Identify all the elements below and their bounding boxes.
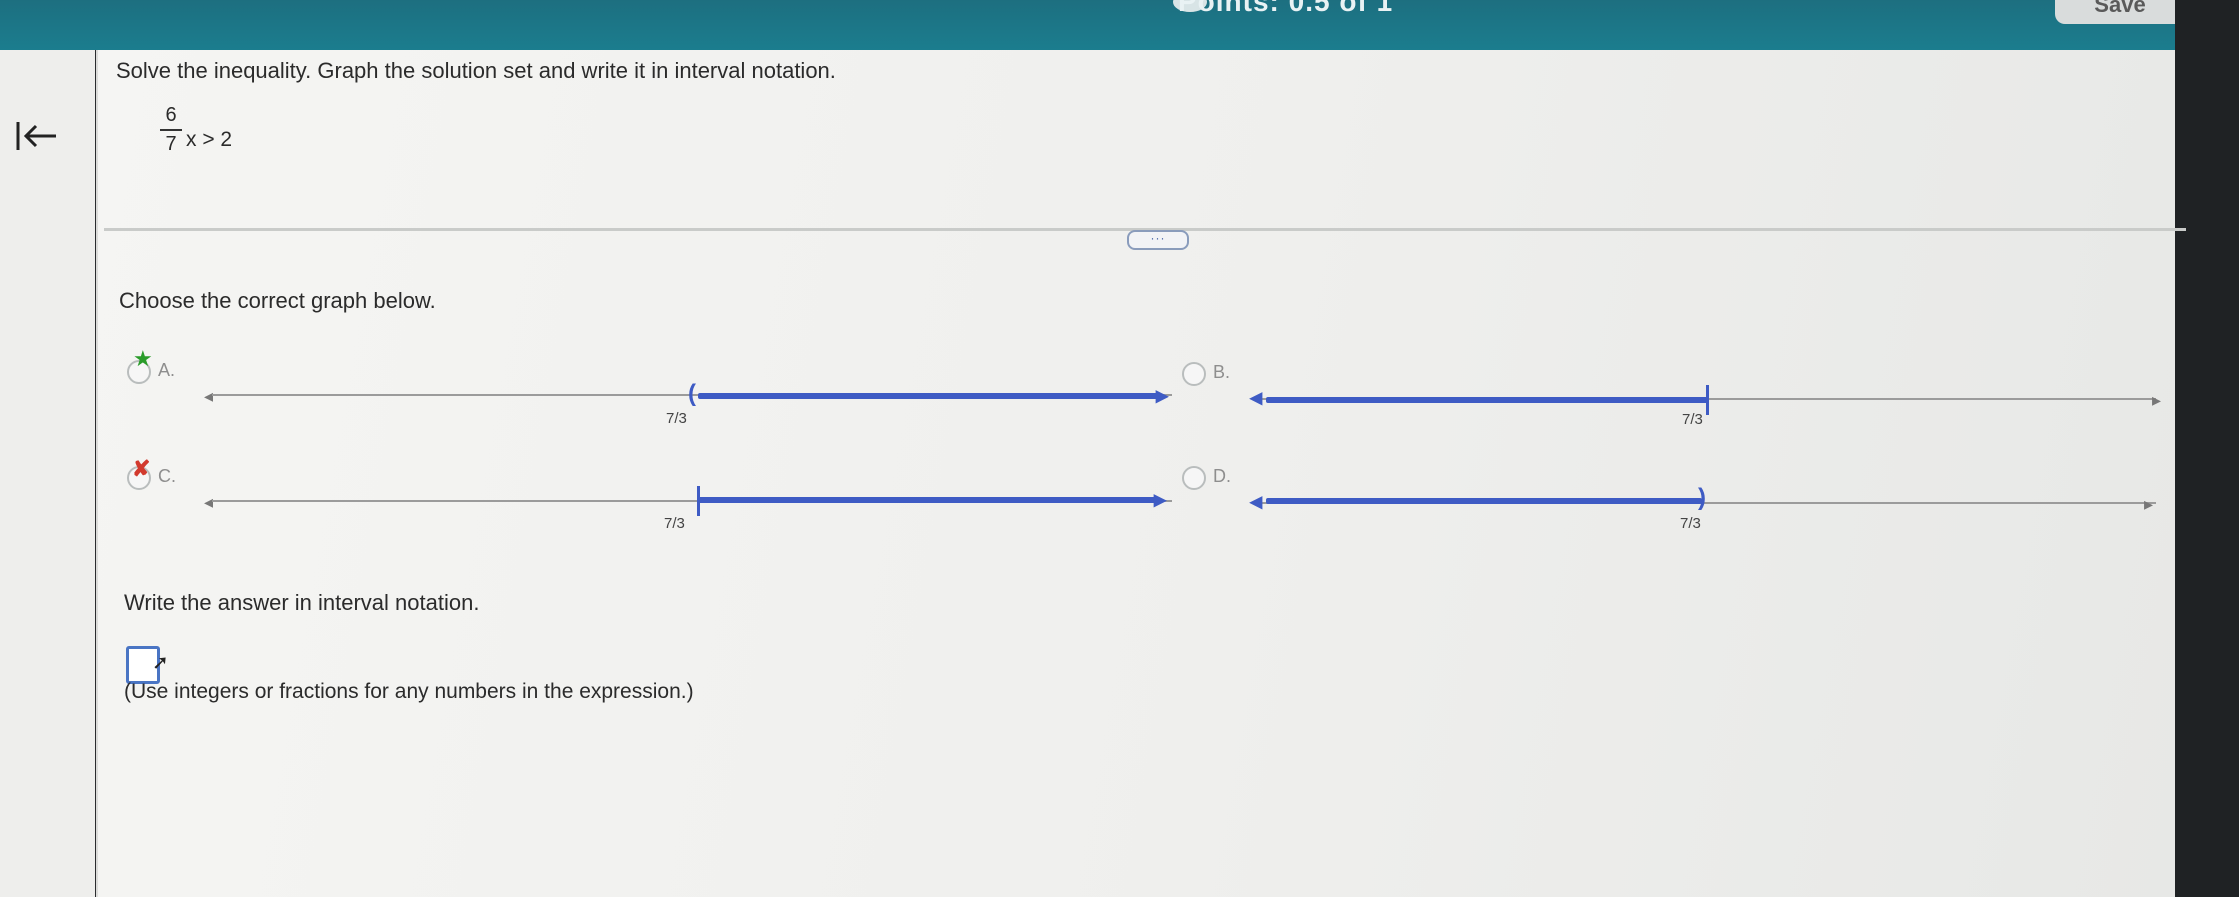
question-prompt: Solve the inequality. Graph the solution… xyxy=(116,58,836,83)
tick-label: 7/3 xyxy=(666,410,687,427)
fraction-denominator: 7 xyxy=(165,133,177,155)
option-d-radio[interactable] xyxy=(1182,466,1206,490)
points-status: Points: 0.5 of 1 xyxy=(1178,0,1394,17)
closed-endpoint-bracket xyxy=(697,486,700,516)
option-b-label: B. xyxy=(1213,362,1231,382)
solution-ray xyxy=(1266,397,1708,403)
incorrect-x-icon: ✘ xyxy=(132,456,151,481)
solution-ray xyxy=(698,393,1160,399)
mouse-cursor-icon: ➚ xyxy=(152,652,169,674)
top-bar: Points: 0.5 of 1 Save xyxy=(0,0,2239,50)
solution-ray xyxy=(1266,498,1702,504)
axis-left-arrow-icon: ◂ xyxy=(204,492,214,512)
interval-hint: (Use integers or fractions for any numbe… xyxy=(124,680,694,703)
left-nav-strip xyxy=(0,50,95,897)
option-b-radio[interactable] xyxy=(1182,362,1206,386)
save-button[interactable]: Save xyxy=(2055,0,2185,24)
option-a-label: A. xyxy=(158,360,176,380)
axis-right-arrow-icon: ▸ xyxy=(2144,494,2154,514)
graph-prompt: Choose the correct graph below. xyxy=(119,288,436,313)
more-button[interactable]: ··· xyxy=(1127,230,1189,250)
axis-right-arrow-icon: ▸ xyxy=(2152,390,2162,410)
interval-prompt: Write the answer in interval notation. xyxy=(124,590,480,615)
inequality-rest: x > 2 xyxy=(186,128,233,151)
screen-edge xyxy=(2175,0,2239,897)
ray-left-arrow-icon: ◂ xyxy=(1250,384,1263,411)
tick-label: 7/3 xyxy=(1680,515,1701,532)
fraction-numerator: 6 xyxy=(165,104,177,126)
ray-right-arrow-icon: ▸ xyxy=(1154,486,1167,513)
open-endpoint-paren-icon: ( xyxy=(688,380,696,407)
tick-label: 7/3 xyxy=(664,515,685,532)
inequality-fraction: 6 7 xyxy=(160,104,182,156)
correct-star-icon: ★ xyxy=(133,346,153,371)
back-to-list-icon[interactable] xyxy=(14,116,64,160)
closed-endpoint-bracket xyxy=(1706,385,1709,415)
open-endpoint-paren-icon: ) xyxy=(1698,484,1706,511)
solution-ray xyxy=(698,497,1158,503)
ray-left-arrow-icon: ◂ xyxy=(1250,488,1263,515)
question-panel xyxy=(96,50,2180,897)
option-d-label: D. xyxy=(1213,466,1231,486)
fraction-bar xyxy=(160,129,182,131)
tick-label: 7/3 xyxy=(1682,411,1703,428)
ray-right-arrow-icon: ▸ xyxy=(1156,382,1169,409)
axis-left-arrow-icon: ◂ xyxy=(204,386,214,406)
option-c-label: C. xyxy=(158,466,176,486)
